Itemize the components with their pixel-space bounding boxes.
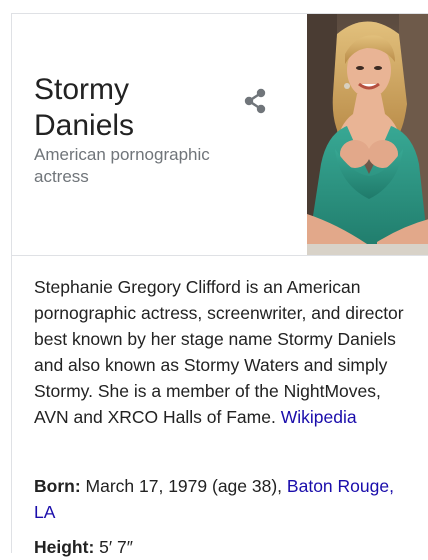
fact-height: Height: 5′ 7″ <box>34 534 419 560</box>
entity-subtitle-line-1: American pornographic <box>34 145 210 164</box>
fact-born-label: Born: <box>34 476 81 496</box>
person-photo <box>307 14 428 255</box>
wikipedia-link[interactable]: Wikipedia <box>281 407 357 427</box>
description-text: Stephanie Gregory Clifford is an America… <box>34 277 404 427</box>
share-button[interactable] <box>238 84 272 118</box>
entity-title-line-1: Stormy <box>34 73 130 106</box>
entity-title-line-2: Daniels <box>34 109 135 142</box>
share-icon <box>244 88 266 114</box>
fact-height-label: Height: <box>34 537 95 557</box>
entity-title: Stormy Daniels <box>34 72 234 144</box>
entity-subtitle: American pornographic actress <box>34 144 254 188</box>
entity-subtitle-line-2: actress <box>34 167 89 186</box>
panel-header: Stormy Daniels American pornographic act… <box>12 14 428 256</box>
entity-photo[interactable] <box>307 14 428 255</box>
entity-description: Stephanie Gregory Clifford is an America… <box>34 274 419 430</box>
knowledge-panel: Stormy Daniels American pornographic act… <box>11 13 428 557</box>
fact-born: Born: March 17, 1979 (age 38), Baton Rou… <box>34 473 419 525</box>
fact-born-value: March 17, 1979 (age 38), <box>85 476 283 496</box>
fact-height-value: 5′ 7″ <box>99 537 133 557</box>
